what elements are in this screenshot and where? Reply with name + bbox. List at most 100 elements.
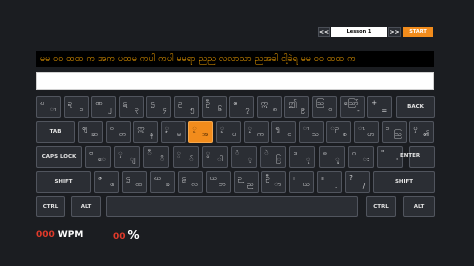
- key-lower-char: က: [256, 130, 264, 138]
- row3-key-9[interactable]: ဂး: [347, 146, 374, 168]
- row2-key-6[interactable]: ၠက: [243, 121, 269, 143]
- row4-key-6[interactable]: ဦာ: [261, 171, 287, 193]
- row2-key-0[interactable]: ဈဆ: [78, 121, 103, 143]
- row1-key-7[interactable]: ဧ၇: [229, 96, 255, 118]
- row2-key-12[interactable]: ၦ၏: [409, 121, 435, 143]
- row1-key-12[interactable]: + =: [367, 96, 393, 118]
- key-lower-char: ဖ: [110, 180, 114, 188]
- row4-key-5[interactable]: ဉည: [233, 171, 259, 193]
- row1-key-1[interactable]: ဍ၁: [63, 96, 89, 118]
- row3-key-1[interactable]: ှျ: [114, 146, 141, 168]
- key-lower-char: /: [362, 182, 366, 190]
- row3-key-8[interactable]: ဓူ: [318, 146, 345, 168]
- enter-key-label: ENTER: [400, 153, 421, 159]
- row2-key-2[interactable]: ဣန: [133, 121, 159, 143]
- key-lower-char: ၆: [217, 105, 222, 113]
- row4-key-2[interactable]: ဃခ: [149, 171, 175, 193]
- key-upper-char: ဇ: [98, 174, 103, 182]
- ctrl-left-key[interactable]: CTRL: [36, 196, 65, 217]
- key-upper-char: ္: [176, 149, 181, 157]
- row3-key-7[interactable]: ဒု: [289, 146, 316, 168]
- key-upper-char: ၟ: [192, 124, 197, 132]
- start-button[interactable]: START: [403, 27, 433, 37]
- space-key[interactable]: [106, 196, 358, 217]
- row4-key-1[interactable]: ဌထ: [121, 171, 147, 193]
- key-upper-char: ၢ: [302, 124, 309, 132]
- row2-key-9[interactable]: ၣစ: [326, 121, 352, 143]
- row3-key-4[interactable]: ွါ: [201, 146, 228, 168]
- row3-key-0[interactable]: ဗေ: [85, 146, 111, 168]
- key-lower-char: ည: [246, 180, 254, 188]
- key-upper-char: ဩ: [316, 99, 324, 107]
- caps-lock-key[interactable]: CAPS LOCK: [36, 146, 82, 168]
- key-upper-char: ဤ: [288, 99, 297, 107]
- key-lower-char: ြ: [275, 155, 282, 163]
- key-upper-char: ဦ: [265, 174, 270, 182]
- row1-key-9[interactable]: ဤ၉: [284, 96, 310, 118]
- row1-key-6[interactable]: ဦ၆: [201, 96, 227, 118]
- virtual-keyboard: ဎၢဍ၁ဏ၂ဋ၃ဌ၄ဥ၅ဦ၆ဧ၇ဣ၈ဤ၉ဩ၀ဪ - + = BACK TAB ဈဆဝတ…: [36, 96, 436, 218]
- accuracy-stat: 00 %: [113, 228, 153, 244]
- row1-key-3[interactable]: ဋ၃: [118, 96, 144, 118]
- row3-key-5[interactable]: ံ့: [231, 146, 257, 168]
- row2-key-8[interactable]: ၢသ: [298, 121, 324, 143]
- alt-left-key[interactable]: ALT: [71, 196, 101, 217]
- next-lesson-button[interactable]: >>: [388, 27, 401, 37]
- shift-left-key[interactable]: SHIFT: [36, 171, 91, 193]
- row4-key-4[interactable]: ယဘ: [205, 171, 231, 193]
- shift-right-key[interactable]: SHIFT: [373, 171, 435, 193]
- key-upper-char: ?: [349, 174, 353, 182]
- row2-key-3[interactable]: ၞမ: [160, 121, 186, 143]
- row1-key-4[interactable]: ဌ၄: [146, 96, 172, 118]
- row3-key-3[interactable]: ္်: [172, 146, 199, 168]
- key-lower-char: ၅: [190, 105, 194, 113]
- practice-text: မမ ၀၀ ထထ က အက ပထမ ကပါ ကပါ မမရာ ညည လလာသာ …: [36, 51, 434, 67]
- key-lower-char: ၃: [134, 105, 139, 113]
- row1-key-8[interactable]: ဣ၈: [256, 96, 282, 118]
- accuracy-label: %: [127, 228, 140, 242]
- key-upper-char: ဲ: [264, 149, 269, 157]
- caps-lock-key-label: CAPS LOCK: [41, 154, 77, 160]
- ctrl-left-key-label: CTRL: [42, 203, 59, 210]
- row1-key-10[interactable]: ဩ၀: [312, 96, 337, 118]
- key-upper-char: ။: [321, 174, 324, 182]
- row4-key-3[interactable]: ဠလ: [177, 171, 203, 193]
- key-lower-char: -: [357, 107, 360, 115]
- key-lower-char: သ: [312, 130, 319, 138]
- row2-key-1[interactable]: ဝတ: [105, 121, 131, 143]
- row4-key-8[interactable]: ။.: [317, 171, 343, 193]
- backspace-key[interactable]: BACK: [396, 96, 435, 118]
- ctrl-right-key[interactable]: CTRL: [366, 196, 396, 217]
- key-lower-char: မ: [176, 130, 181, 138]
- typing-input[interactable]: [36, 72, 434, 90]
- row4-key-7[interactable]: ၊ယ: [289, 171, 315, 193]
- row2-key-10[interactable]: ၤဟ: [354, 121, 379, 143]
- key-upper-char: ဒ: [293, 149, 298, 157]
- row2-key-7[interactable]: ၡင: [271, 121, 297, 143]
- alt-right-key[interactable]: ALT: [403, 196, 435, 217]
- row4-key-9[interactable]: ? /: [345, 171, 371, 193]
- row2-key-11[interactable]: ၥဩ: [381, 121, 407, 143]
- row4-key-0[interactable]: ဇဖ: [94, 171, 119, 193]
- key-upper-char: ဦ: [205, 99, 210, 107]
- prev-lesson-button[interactable]: <<: [318, 27, 330, 37]
- row1-key-0[interactable]: ဎၢ: [36, 96, 61, 118]
- row1-key-2[interactable]: ဏ၂: [91, 96, 117, 118]
- key-upper-char: ဓ: [322, 149, 327, 157]
- row2-key-4[interactable]: ၟအ: [188, 121, 214, 143]
- tab-key[interactable]: TAB: [36, 121, 75, 143]
- row1-key-5[interactable]: ဥ၅: [174, 96, 199, 118]
- wpm-stat: 000 WPM: [36, 230, 96, 244]
- shift-left-key-label: SHIFT: [54, 179, 73, 185]
- row3-key-6[interactable]: ဲြ: [260, 146, 287, 168]
- row2-key-5[interactable]: ၟပ: [216, 121, 241, 143]
- key-lower-char: ဟ: [367, 130, 374, 138]
- key-lower-char: ဩ: [393, 130, 402, 138]
- row3-key-2[interactable]: ီိ: [143, 146, 170, 168]
- key-upper-char: ယ: [209, 174, 217, 182]
- key-upper-char: ဎ: [40, 99, 44, 107]
- key-lower-char: ဆ: [91, 130, 98, 138]
- key-lower-char: လ: [191, 180, 198, 188]
- accuracy-value: 00: [113, 232, 126, 242]
- row1-key-11[interactable]: ဪ-: [339, 96, 365, 118]
